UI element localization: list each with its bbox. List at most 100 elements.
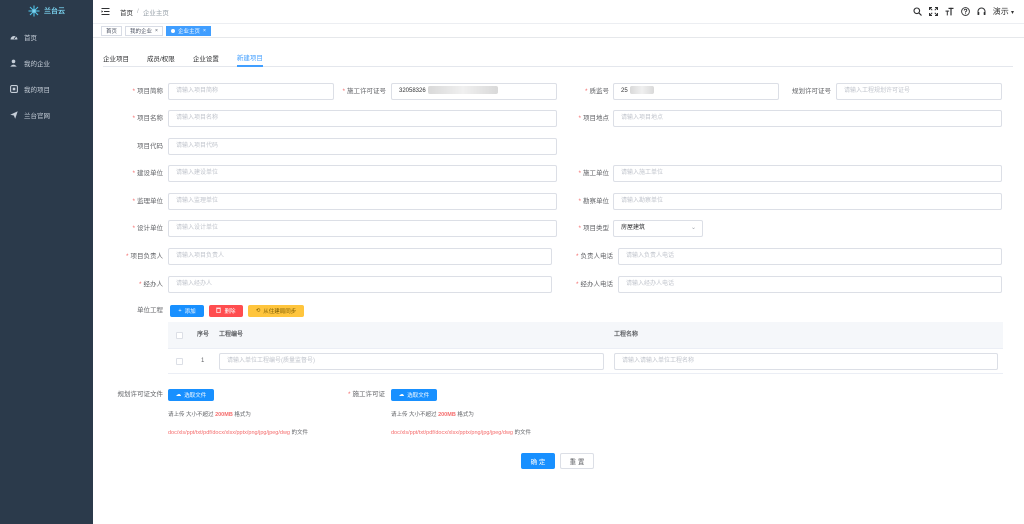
dashboard-icon bbox=[10, 33, 18, 41]
table-row: 1 请输入单位工程编号(质量监督号) 请输入请输入单位工程名称 bbox=[168, 349, 1003, 374]
choose-file-label: 选取文件 bbox=[407, 393, 430, 399]
logo[interactable]: 兰台云 bbox=[0, 0, 93, 22]
tag-home[interactable]: 首页 bbox=[101, 25, 123, 36]
sidebar-item-my-company[interactable]: 我的企业 bbox=[0, 50, 93, 76]
contractor-label: * 施工单位 bbox=[578, 170, 609, 177]
unit-name-input[interactable]: 请输入请输入单位工程名称 bbox=[614, 353, 998, 370]
permit-file-upload-button[interactable]: ☁ 选取文件 bbox=[391, 389, 437, 401]
header-actions: 演示 ▾ bbox=[913, 6, 1014, 17]
choose-file-label: 选取文件 bbox=[184, 393, 207, 399]
breadcrumb-home[interactable]: 首页 bbox=[120, 7, 133, 17]
surveyor-input[interactable]: 请输入勘察单位 bbox=[613, 193, 1002, 210]
font-size-icon[interactable] bbox=[945, 7, 954, 16]
tab-company-projects[interactable]: 企业项目 bbox=[103, 49, 129, 67]
sidebar-item-label: 兰台官网 bbox=[24, 113, 50, 120]
plus-icon: + bbox=[178, 308, 182, 314]
permit-no-input[interactable]: 32058326 bbox=[391, 83, 557, 100]
project-type-label: * 项目类型 bbox=[578, 225, 609, 232]
user-caret-icon: ▾ bbox=[1010, 10, 1014, 16]
surveyor-label: * 勘察单位 bbox=[578, 198, 609, 205]
project-type-value: 房屋建筑 bbox=[621, 225, 646, 231]
manager-phone-label: * 负责人电话 bbox=[575, 253, 613, 260]
select-all-checkbox[interactable] bbox=[176, 332, 183, 339]
permit-no-value: 32058326 bbox=[399, 88, 426, 94]
manager-input[interactable]: 请输入项目负责人 bbox=[168, 248, 552, 265]
sidebar-item-my-projects[interactable]: 我的项目 bbox=[0, 76, 93, 102]
fullscreen-icon[interactable] bbox=[928, 7, 938, 16]
project-type-select[interactable]: 房屋建筑 ⌄ bbox=[613, 220, 703, 237]
sync-button[interactable]: ⟲ 从住建局同步 bbox=[248, 305, 304, 317]
sidebar-item-label: 我的项目 bbox=[24, 87, 50, 94]
tag-label: 我的企业 bbox=[130, 28, 153, 35]
handler-input[interactable]: 请输入经办人 bbox=[168, 276, 552, 293]
sidebar-item-website[interactable]: 兰台官网 bbox=[0, 102, 93, 128]
add-unit-button[interactable]: + 添加 bbox=[170, 305, 204, 317]
send-icon bbox=[10, 111, 18, 119]
supervision-no-label: * 质监号 bbox=[584, 88, 609, 95]
cloud-upload-icon: ☁ bbox=[398, 392, 405, 398]
handler-label: * 经办人 bbox=[138, 281, 163, 288]
permit-file-hint: 请上传 大小不超过 200MB 格式为 bbox=[391, 412, 474, 418]
tags-view: 首页 我的企业 × 企业主页 × bbox=[93, 24, 1024, 38]
manager-label: * 项目负责人 bbox=[125, 253, 163, 260]
confirm-button[interactable]: 确 定 bbox=[521, 453, 555, 469]
designer-label: * 设计单位 bbox=[132, 225, 163, 232]
user-name: 演示 bbox=[992, 7, 1009, 16]
breadcrumb-current: 企业主页 bbox=[142, 9, 169, 17]
tag-my-company[interactable]: 我的企业 × bbox=[125, 25, 163, 36]
handler-phone-input[interactable]: 请输入经办人电话 bbox=[618, 276, 1002, 293]
project-code-label: 项目代码 bbox=[137, 143, 163, 150]
sidebar-item-label: 我的企业 bbox=[24, 61, 50, 68]
chevron-down-icon: ⌄ bbox=[690, 225, 696, 231]
permit-file-label: * 施工许可证 bbox=[347, 391, 385, 398]
manager-phone-input[interactable]: 请输入负责人电话 bbox=[618, 248, 1002, 265]
sync-label: 从住建局同步 bbox=[263, 309, 297, 315]
unit-code-input[interactable]: 请输入单位工程编号(质量监督号) bbox=[219, 353, 604, 370]
tag-company-home[interactable]: 企业主页 × bbox=[165, 25, 211, 36]
supervision-no-value: 25 bbox=[621, 88, 628, 94]
project-name-input[interactable]: 请输入项目名称 bbox=[168, 110, 557, 127]
tab-new-project[interactable]: 新建项目 bbox=[236, 49, 263, 67]
builder-input[interactable]: 请输入建设单位 bbox=[168, 165, 557, 182]
contractor-input[interactable]: 请输入施工单位 bbox=[613, 165, 1002, 182]
tag-label: 首页 bbox=[106, 28, 118, 35]
user-icon bbox=[10, 59, 18, 67]
plan-file-upload-button[interactable]: ☁ 选取文件 bbox=[168, 389, 214, 401]
project-icon bbox=[10, 85, 18, 93]
headset-icon[interactable] bbox=[977, 7, 986, 16]
row-checkbox[interactable] bbox=[176, 358, 183, 365]
project-short-input[interactable]: 请输入项目简称 bbox=[168, 83, 334, 100]
project-location-label: * 项目地点 bbox=[578, 115, 609, 122]
row-index: 1 bbox=[201, 358, 205, 364]
delete-unit-button[interactable]: 删除 bbox=[209, 305, 243, 317]
designer-input[interactable]: 请输入设计单位 bbox=[168, 220, 557, 237]
table-header: 序号 工程编号 工程名称 bbox=[168, 322, 1003, 349]
tab-company-settings[interactable]: 企业设置 bbox=[193, 49, 219, 67]
menu-toggle-icon[interactable] bbox=[101, 7, 110, 16]
cloud-upload-icon: ☁ bbox=[175, 392, 182, 398]
sidebar: 兰台云 首页 我的企业 我的项目 兰台官网 bbox=[0, 0, 93, 524]
plan-permit-label: 规划许可证号 bbox=[792, 88, 831, 95]
col-code-header: 工程编号 bbox=[219, 332, 244, 338]
supervision-no-input[interactable]: 25 bbox=[613, 83, 779, 100]
close-icon[interactable]: × bbox=[203, 28, 206, 34]
help-icon[interactable] bbox=[960, 7, 970, 16]
search-icon[interactable] bbox=[913, 7, 922, 16]
reset-button[interactable]: 重 置 bbox=[560, 453, 594, 469]
project-short-label: * 项目简称 bbox=[132, 88, 163, 95]
redacted-mask bbox=[629, 86, 654, 95]
project-code-input[interactable]: 请输入项目代码 bbox=[168, 138, 557, 155]
plan-file-hint: 请上传 大小不超过 200MB 格式为 bbox=[168, 412, 251, 418]
permit-file-types: doc/xls/ppt/txt/pdf/docx/xlsx/pptx/png/j… bbox=[391, 430, 532, 436]
top-bar: 首页 / 企业主页 演示 ▾ bbox=[93, 0, 1024, 24]
sidebar-item-home[interactable]: 首页 bbox=[0, 24, 93, 50]
close-icon[interactable]: × bbox=[155, 28, 158, 34]
plan-permit-input[interactable]: 请输入工程规划许可证号 bbox=[836, 83, 1002, 100]
tab-members[interactable]: 成员/权限 bbox=[147, 49, 175, 67]
user-menu[interactable]: 演示 ▾ bbox=[993, 6, 1014, 17]
plan-file-label: 规划许可证文件 bbox=[117, 391, 164, 398]
logo-icon bbox=[28, 5, 40, 17]
units-table: 序号 工程编号 工程名称 1 请输入单位工程编号(质量监督号) 请输入请输入单位… bbox=[168, 322, 1003, 374]
supervisor-input[interactable]: 请输入监理单位 bbox=[168, 193, 557, 210]
project-location-input[interactable]: 请输入项目地点 bbox=[613, 110, 1002, 127]
